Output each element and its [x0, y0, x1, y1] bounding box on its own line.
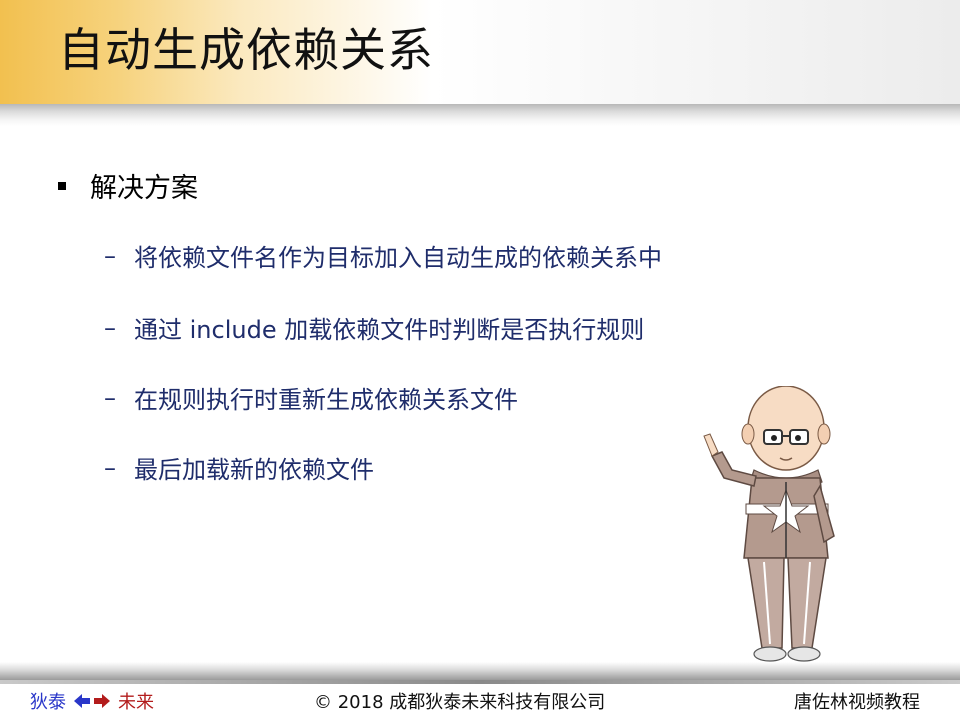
square-bullet-icon	[58, 181, 66, 190]
dash-bullet: –	[104, 453, 116, 482]
bullet-text: 解决方案	[90, 173, 198, 204]
footer-copyright: © 2018 成都狄泰未来科技有限公司	[314, 692, 606, 713]
footer-shadow	[0, 662, 960, 680]
dash-bullet: –	[104, 313, 116, 342]
bullet-level1: 解决方案	[58, 166, 198, 205]
title-bar: 自动生成依赖关系	[0, 0, 960, 126]
double-arrow-icon	[74, 694, 110, 708]
footer-course: 唐佐林视频教程	[794, 692, 920, 713]
slide-title: 自动生成依赖关系	[58, 23, 434, 77]
dash-bullet: –	[104, 383, 116, 412]
mascot-illustration	[703, 386, 835, 662]
brand-part-2: 未来	[118, 692, 154, 713]
sub-item-text: 最后加载新的依赖文件	[134, 456, 374, 484]
dash-bullet: –	[104, 241, 116, 270]
sub-item-text: 在规则执行时重新生成依赖关系文件	[134, 386, 518, 414]
sub-item: – 将依赖文件名作为目标加入自动生成的依赖关系中	[104, 238, 662, 273]
sub-item: – 在规则执行时重新生成依赖关系文件	[104, 380, 518, 415]
footer-brand: 狄泰 未来	[30, 688, 154, 714]
sub-item-text: 将依赖文件名作为目标加入自动生成的依赖关系中	[134, 244, 662, 272]
sub-item: – 最后加载新的依赖文件	[104, 450, 374, 485]
sub-item: – 通过 include 加载依赖文件时判断是否执行规则	[104, 310, 644, 345]
footer-divider	[0, 680, 960, 684]
brand-part-1: 狄泰	[30, 692, 66, 713]
sub-item-text: 通过 include 加载依赖文件时判断是否执行规则	[134, 316, 645, 344]
